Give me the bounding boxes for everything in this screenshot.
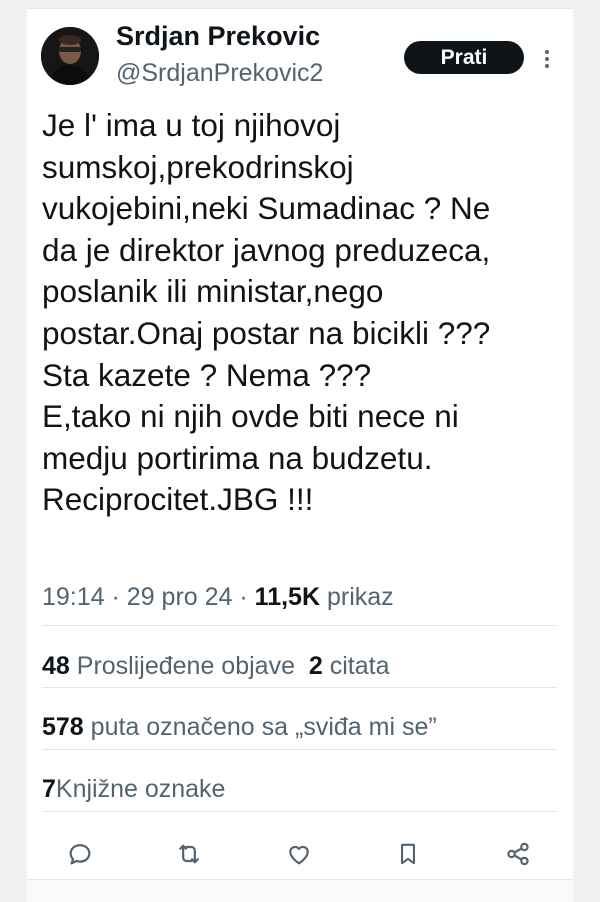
tweet-meta: 19:14 · 29 pro 24 · 11,5K prikaz: [42, 583, 394, 612]
more-options-icon[interactable]: [537, 44, 557, 74]
tweet-line: da je direktor javnog preduzeca,: [42, 231, 491, 268]
tweet-line: sumskoj,prekodrinskoj: [42, 148, 354, 185]
tweet-time[interactable]: 19:14: [42, 583, 105, 611]
author-name[interactable]: Srdjan Prekovic: [116, 21, 320, 52]
next-post-edge: [27, 879, 573, 902]
tweet-header: Srdjan Prekovic @SrdjanPrekovic2 Prati: [27, 9, 573, 91]
bookmarks-link[interactable]: 7Knjižne oznake: [42, 775, 225, 804]
tweet-line: Je l' ima u toj njihovoj: [42, 107, 341, 143]
quotes-link[interactable]: 2 citata: [309, 652, 390, 680]
likes-link[interactable]: 578 puta označeno sa „sviđa mi se”: [42, 713, 437, 742]
reposts-count: 48: [42, 652, 70, 680]
likes-label: puta označeno sa „sviđa mi se”: [90, 713, 437, 741]
tweet-text: Je l' ima u toj njihovoj sumskoj,prekodri…: [42, 105, 567, 521]
bookmark-icon[interactable]: [391, 837, 425, 871]
author-avatar[interactable]: [41, 27, 99, 85]
tweet-line: poslanik ili ministar,nego: [42, 273, 384, 310]
meta-separator: ·: [239, 583, 248, 611]
reposts-quotes-row: 48 Proslijeđene objave 2 citata: [42, 652, 390, 681]
tweet-line: Sta kazete ? Nema ???: [42, 356, 372, 393]
meta-separator: ·: [111, 583, 120, 611]
reposts-label: Proslijeđene objave: [76, 652, 295, 680]
divider: [42, 687, 557, 688]
tweet-card: Srdjan Prekovic @SrdjanPrekovic2 Prati J…: [27, 8, 573, 902]
tweet-line: medju portirima na budzetu.: [42, 439, 433, 476]
reposts-link[interactable]: 48 Proslijeđene objave: [42, 652, 295, 680]
repost-icon[interactable]: [172, 837, 206, 871]
reply-icon[interactable]: [63, 837, 97, 871]
divider: [42, 811, 557, 812]
tweet-actions-bar: [27, 829, 573, 879]
author-handle[interactable]: @SrdjanPrekovic2: [116, 59, 323, 88]
divider: [42, 749, 557, 750]
divider: [42, 625, 557, 626]
views-count: 11,5K: [254, 583, 321, 611]
tweet-date[interactable]: 29 pro 24: [127, 583, 233, 611]
share-icon[interactable]: [501, 837, 535, 871]
quotes-count: 2: [308, 652, 323, 680]
bookmarks-count: 7: [42, 775, 56, 803]
tweet-line: vukojebini,neki Sumadinac ? Ne: [42, 190, 491, 227]
tweet-line: Reciprocitet.JBG !!!: [42, 481, 314, 518]
quotes-label: citata: [329, 652, 390, 680]
views-label: prikaz: [326, 583, 394, 611]
like-icon[interactable]: [282, 837, 316, 871]
avatar-photo: [41, 27, 99, 85]
likes-count: 578: [42, 713, 84, 741]
follow-button[interactable]: Prati: [404, 41, 524, 74]
tweet-line: E,tako ni njih ovde biti nece ni: [42, 398, 459, 435]
tweet-line: postar.Onaj postar na bicikli ???: [42, 314, 491, 351]
bookmarks-label: Knjižne oznake: [55, 775, 226, 803]
